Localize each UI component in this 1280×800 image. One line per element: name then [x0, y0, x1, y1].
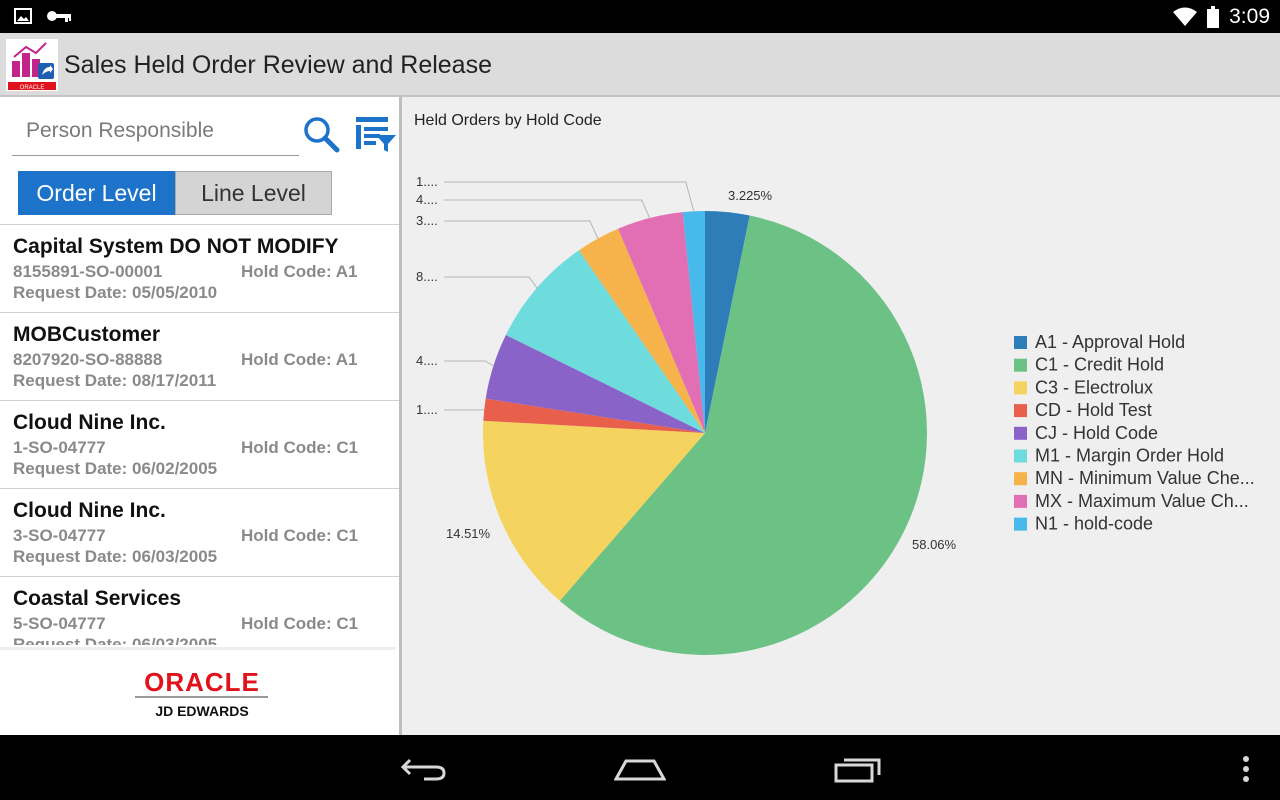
tab-order-level[interactable]: Order Level — [18, 171, 175, 215]
battery-icon — [1207, 6, 1220, 28]
list-item[interactable]: Coastal Services 5-SO-04777 Hold Code: C… — [0, 577, 399, 645]
leader-line — [444, 181, 695, 212]
legend-swatch — [1014, 449, 1027, 463]
slice-label: 14.51% — [446, 526, 491, 541]
slice-label: 3.... — [416, 213, 438, 228]
app-logo-icon: ORACLE — [6, 39, 58, 91]
legend-swatch — [1014, 494, 1027, 508]
leader-line — [444, 360, 494, 367]
app-bar: ORACLE Sales Held Order Review and Relea… — [0, 33, 1280, 97]
recent-apps-icon[interactable] — [834, 757, 882, 783]
legend-entry[interactable]: M1 - Margin Order Hold — [1035, 446, 1224, 466]
order-number: 3-SO-04777 — [13, 526, 106, 545]
oracle-jd-edwards-logo: ORACLE JD EDWARDS — [135, 667, 268, 719]
request-date: Request Date: 06/02/2005 — [13, 459, 218, 478]
legend-entry[interactable]: CJ - Hold Code — [1035, 423, 1158, 443]
chart-title: Held Orders by Hold Code — [414, 112, 602, 129]
legend-entry[interactable]: A1 - Approval Hold — [1035, 332, 1185, 352]
order-list: Capital System DO NOT MODIFY 8155891-SO-… — [0, 224, 399, 645]
legend-entry[interactable]: N1 - hold-code — [1035, 514, 1153, 534]
legend-swatch — [1014, 381, 1027, 395]
customer-name: Cloud Nine Inc. — [13, 411, 166, 434]
home-icon[interactable] — [614, 757, 666, 781]
filter-icon[interactable] — [354, 114, 396, 154]
back-icon[interactable] — [400, 755, 448, 783]
order-number: 1-SO-04777 — [13, 438, 106, 457]
legend-swatch — [1014, 404, 1027, 418]
wifi-icon — [1173, 7, 1198, 26]
legend-entry[interactable]: MX - Maximum Value Ch... — [1035, 491, 1249, 511]
person-responsible-input[interactable] — [12, 107, 308, 155]
slice-label: 4.... — [416, 353, 438, 368]
slice-label: 1.... — [416, 402, 438, 417]
order-number: 8155891-SO-00001 — [13, 262, 163, 281]
request-date: Request Date: 08/17/2011 — [13, 371, 217, 390]
hold-code: Hold Code: A1 — [241, 262, 358, 281]
leader-line — [444, 220, 599, 239]
navigation-bar — [0, 735, 1280, 800]
slice-label: 3.225% — [728, 188, 773, 203]
status-bar: 3:09 — [0, 0, 1280, 33]
key-notification-icon — [47, 11, 71, 22]
leader-line — [444, 276, 538, 289]
hold-code: Hold Code: C1 — [241, 438, 359, 457]
legend-swatch — [1014, 336, 1027, 349]
footer: ORACLE JD EDWARDS — [0, 647, 396, 738]
customer-name: Coastal Services — [13, 587, 182, 610]
tab-line-level[interactable]: Line Level — [175, 171, 332, 215]
customer-name: Capital System DO NOT MODIFY — [13, 235, 339, 258]
slice-label: 4.... — [416, 192, 438, 207]
customer-name: MOBCustomer — [13, 323, 161, 346]
hold-code: Hold Code: C1 — [241, 526, 359, 545]
customer-name: Cloud Nine Inc. — [13, 499, 166, 522]
image-notification-icon — [14, 8, 32, 24]
legend-entry[interactable]: MN - Minimum Value Che... — [1035, 468, 1255, 488]
search-field — [12, 107, 308, 156]
jd-edwards-text: JD EDWARDS — [155, 703, 248, 719]
request-date: Request Date: 05/05/2010 — [13, 283, 218, 302]
search-icon[interactable] — [302, 115, 340, 153]
list-item[interactable]: Capital System DO NOT MODIFY 8155891-SO-… — [0, 225, 399, 313]
legend-swatch — [1014, 517, 1027, 531]
order-number: 8207920-SO-88888 — [13, 350, 163, 369]
hold-code: Hold Code: C1 — [241, 614, 359, 633]
hold-code: Hold Code: A1 — [241, 350, 358, 369]
legend-swatch — [1014, 426, 1027, 440]
legend-entry[interactable]: C3 - Electrolux — [1035, 377, 1153, 397]
legend-swatch — [1014, 358, 1027, 372]
legend-entry[interactable]: CD - Hold Test — [1035, 400, 1152, 420]
slice-label: 1.... — [416, 174, 438, 189]
app-title: Sales Held Order Review and Release — [64, 51, 492, 79]
request-date: Request Date: 06/03/2005 — [13, 547, 218, 566]
clock: 3:09 — [1229, 5, 1270, 28]
held-orders-pie-chart: Held Orders by Hold Code 3.225% 58.06% 14.… — [414, 112, 1255, 655]
app-logo-text: ORACLE — [20, 85, 45, 91]
slice-label: 8.... — [416, 269, 438, 284]
level-toggle: Order Level Line Level — [18, 171, 332, 215]
slice-label: 58.06% — [912, 537, 957, 552]
leader-line — [444, 199, 651, 219]
order-number: 5-SO-04777 — [13, 614, 106, 633]
oracle-logo-text: ORACLE — [144, 667, 260, 697]
legend-swatch — [1014, 472, 1027, 486]
request-date: Request Date: 06/03/2005 — [13, 635, 218, 645]
legend-entry[interactable]: C1 - Credit Hold — [1035, 355, 1164, 375]
list-item[interactable]: Cloud Nine Inc. 3-SO-04777 Hold Code: C1… — [0, 489, 399, 577]
list-item[interactable]: Cloud Nine Inc. 1-SO-04777 Hold Code: C1… — [0, 401, 399, 489]
overflow-menu-icon[interactable] — [1240, 755, 1252, 783]
left-panel: Order Level Line Level Capital System DO… — [0, 97, 402, 738]
list-item[interactable]: MOBCustomer 8207920-SO-88888 Hold Code: … — [0, 313, 399, 401]
